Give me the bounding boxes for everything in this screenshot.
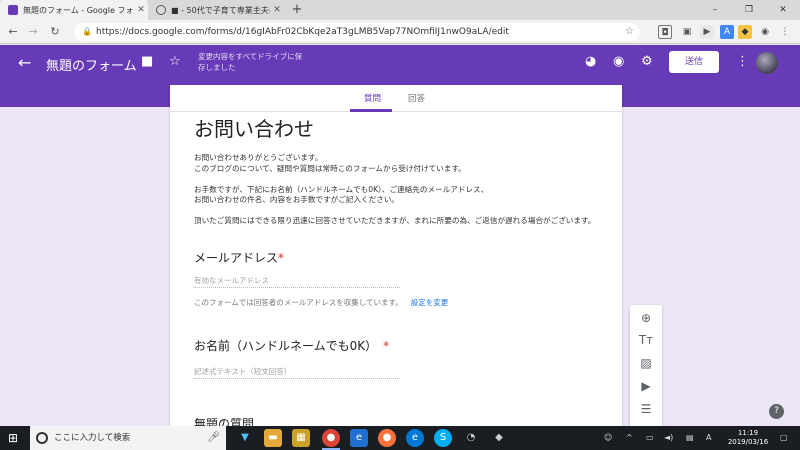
add-section-icon[interactable]: ☰ xyxy=(630,399,662,419)
email-field[interactable]: 有効なメールアドレス xyxy=(194,275,400,288)
extension-bookmark-icon[interactable]: ◆ xyxy=(738,25,752,39)
new-tab-button[interactable]: + xyxy=(290,2,304,17)
tab-questions[interactable]: 質問 xyxy=(364,92,381,104)
close-tab-icon[interactable]: ✕ xyxy=(270,5,284,15)
taskbar: ⊞ ここに入力して検索 🎤︎ ▼ ▬ ▦ ● e ● e S ◔ ◆ ☺ ^ ▭… xyxy=(0,426,800,450)
change-settings-link[interactable]: 設定を変更 xyxy=(411,298,449,307)
tray-chevron-icon[interactable]: ^ xyxy=(626,426,633,450)
more-options-icon[interactable]: ⋮ xyxy=(736,54,749,69)
chrome-icon[interactable]: ● xyxy=(322,429,340,450)
email-collection-note: このフォームでは回答者のメールアドレスを収集しています。 設定を変更 xyxy=(194,297,448,308)
app-icon[interactable]: ▦ xyxy=(292,429,310,447)
clock-date: 2019/03/16 xyxy=(727,438,769,446)
address-bar[interactable]: 🔒 https://docs.google.com/forms/d/16gIAb… xyxy=(74,23,640,41)
question-toolbar: ⊕ Tт ▨ ▶ ☰ xyxy=(630,305,662,430)
form-description[interactable]: お問い合わせありがとうございます。 このブログのについて、疑問や質問は常時このフ… xyxy=(194,153,614,227)
app-icon[interactable]: ▼ xyxy=(236,429,254,447)
forward-arrow-icon[interactable]: → xyxy=(24,23,42,41)
description-line xyxy=(194,174,614,185)
extension-pocket-icon[interactable]: ▣ xyxy=(680,25,694,39)
close-window-button[interactable]: ✕ xyxy=(766,0,800,20)
description-line: お手数ですが、下記にお名前（ハンドルネームでも0K）、ご連絡先のメールアドレス、 xyxy=(194,184,489,194)
browser-tab-title: 無題のフォーム - Google フォーム xyxy=(23,5,134,15)
help-icon[interactable]: ? xyxy=(769,404,784,419)
url-text: https://docs.google.com/forms/d/16gIAbFr… xyxy=(96,27,509,37)
question-title-text: メールアドレス xyxy=(194,251,279,265)
save-status: 変更内容をすべてドライブに保存しました xyxy=(198,52,303,72)
chrome-menu-icon[interactable]: ⋮ xyxy=(778,25,792,39)
keyboard-icon[interactable]: ▤ xyxy=(686,426,694,450)
description-line: 頂いたご質問にはできる限り迅速に回答させていただきますが、まれに所要の為、ご返信… xyxy=(194,216,596,225)
firefox-icon[interactable]: ● xyxy=(378,429,396,447)
question-title[interactable]: メールアドレス* xyxy=(194,249,284,266)
required-asterisk: * xyxy=(383,339,390,353)
form-tabs: 質問 回答 xyxy=(170,85,622,112)
description-line: お問い合わせありがとうございます。 xyxy=(194,153,323,162)
add-question-icon[interactable]: ⊕ xyxy=(630,308,662,328)
network-icon[interactable]: ▭ xyxy=(646,426,654,450)
add-image-icon[interactable]: ▨ xyxy=(630,353,662,373)
skype-icon[interactable]: S xyxy=(434,429,452,447)
volume-icon[interactable]: ◄) xyxy=(664,426,673,450)
browser-tab-blog[interactable]: ■ - 50代で子育て専業主夫になっ... ✕ xyxy=(148,0,284,20)
tab-responses[interactable]: 回答 xyxy=(408,92,425,104)
cortana-icon xyxy=(36,432,48,444)
taskbar-search[interactable]: ここに入力して検索 🎤︎ xyxy=(30,426,226,450)
browser-tab-strip: 無題のフォーム - Google フォーム ✕ ■ - 50代で子育て専業主夫に… xyxy=(0,0,800,20)
windows-start-icon[interactable]: ⊞ xyxy=(8,431,22,445)
reload-icon[interactable]: ↻ xyxy=(46,23,64,41)
file-explorer-icon[interactable]: ▬ xyxy=(264,429,282,447)
active-tab-indicator xyxy=(350,109,392,112)
question-title[interactable]: お名前（ハンドルネームでも0K） * xyxy=(194,337,389,354)
browser-tab-title: ■ - 50代で子育て専業主夫になっ... xyxy=(171,5,270,15)
minimize-button[interactable]: – xyxy=(698,0,732,20)
close-tab-icon[interactable]: ✕ xyxy=(134,5,148,15)
microphone-icon[interactable]: 🎤︎ xyxy=(207,426,220,450)
extension-translate-icon[interactable]: A xyxy=(720,25,734,39)
avatar[interactable] xyxy=(756,52,778,74)
palette-icon[interactable]: ◕ xyxy=(585,54,596,69)
description-line: このブログのについて、疑問や質問は常時このフォームから受け付けています。 xyxy=(194,163,466,173)
form-card: 質問 回答 お問い合わせ お問い合わせありがとうございます。 このブログのについ… xyxy=(170,85,622,430)
profile-icon[interactable]: ◉ xyxy=(758,25,772,39)
folder-icon[interactable]: ■ xyxy=(141,54,153,69)
app-icon[interactable]: ◔ xyxy=(462,429,480,447)
forms-favicon-icon xyxy=(8,5,18,15)
app-icon[interactable]: ◆ xyxy=(490,429,508,447)
search-placeholder: ここに入力して検索 xyxy=(54,433,131,443)
browser-toolbar: ← → ↻ 🔒 https://docs.google.com/forms/d/… xyxy=(0,20,800,44)
short-answer-field[interactable]: 記述式テキスト（短文回答） xyxy=(194,366,400,379)
star-icon[interactable]: ☆ xyxy=(169,54,181,69)
form-name[interactable]: 無題のフォーム xyxy=(46,55,137,74)
form-title[interactable]: お問い合わせ xyxy=(194,113,314,142)
notifications-icon[interactable]: ▢ xyxy=(780,426,788,450)
ime-indicator[interactable]: A xyxy=(706,426,711,450)
maximize-button[interactable]: ❐ xyxy=(732,0,766,20)
back-arrow-icon[interactable]: ← xyxy=(4,23,22,41)
lock-icon: 🔒 xyxy=(82,27,92,36)
add-title-icon[interactable]: Tт xyxy=(630,330,662,350)
bookmark-star-icon[interactable]: ☆ xyxy=(625,23,634,41)
preview-eye-icon[interactable]: ◉ xyxy=(613,54,624,69)
send-button[interactable]: 送信 xyxy=(669,51,719,73)
required-asterisk: * xyxy=(278,251,285,265)
description-line: お問い合わせの件名、内容をお手数ですがご記入ください。 xyxy=(194,195,400,204)
back-arrow-icon[interactable]: ← xyxy=(18,53,31,72)
info-favicon-icon xyxy=(156,5,166,15)
taskbar-clock[interactable]: 11:19 2019/03/16 xyxy=(726,429,770,447)
clock-time: 11:19 xyxy=(737,429,759,437)
edge-icon[interactable]: e xyxy=(350,429,368,447)
browser-tab-forms[interactable]: 無題のフォーム - Google フォーム ✕ xyxy=(0,0,148,20)
email-note-text: このフォームでは回答者のメールアドレスを収集しています。 xyxy=(194,298,403,307)
people-icon[interactable]: ☺ xyxy=(604,426,612,450)
add-video-icon[interactable]: ▶ xyxy=(630,376,662,396)
description-line xyxy=(194,206,614,217)
extension-video-icon[interactable]: ▶ xyxy=(700,25,714,39)
question-title-text: お名前（ハンドルネームでも0K） xyxy=(194,339,378,353)
settings-gear-icon[interactable]: ⚙ xyxy=(641,54,653,69)
ie-icon[interactable]: e xyxy=(406,429,424,447)
extension-shield-icon[interactable]: ◘ xyxy=(658,25,672,39)
